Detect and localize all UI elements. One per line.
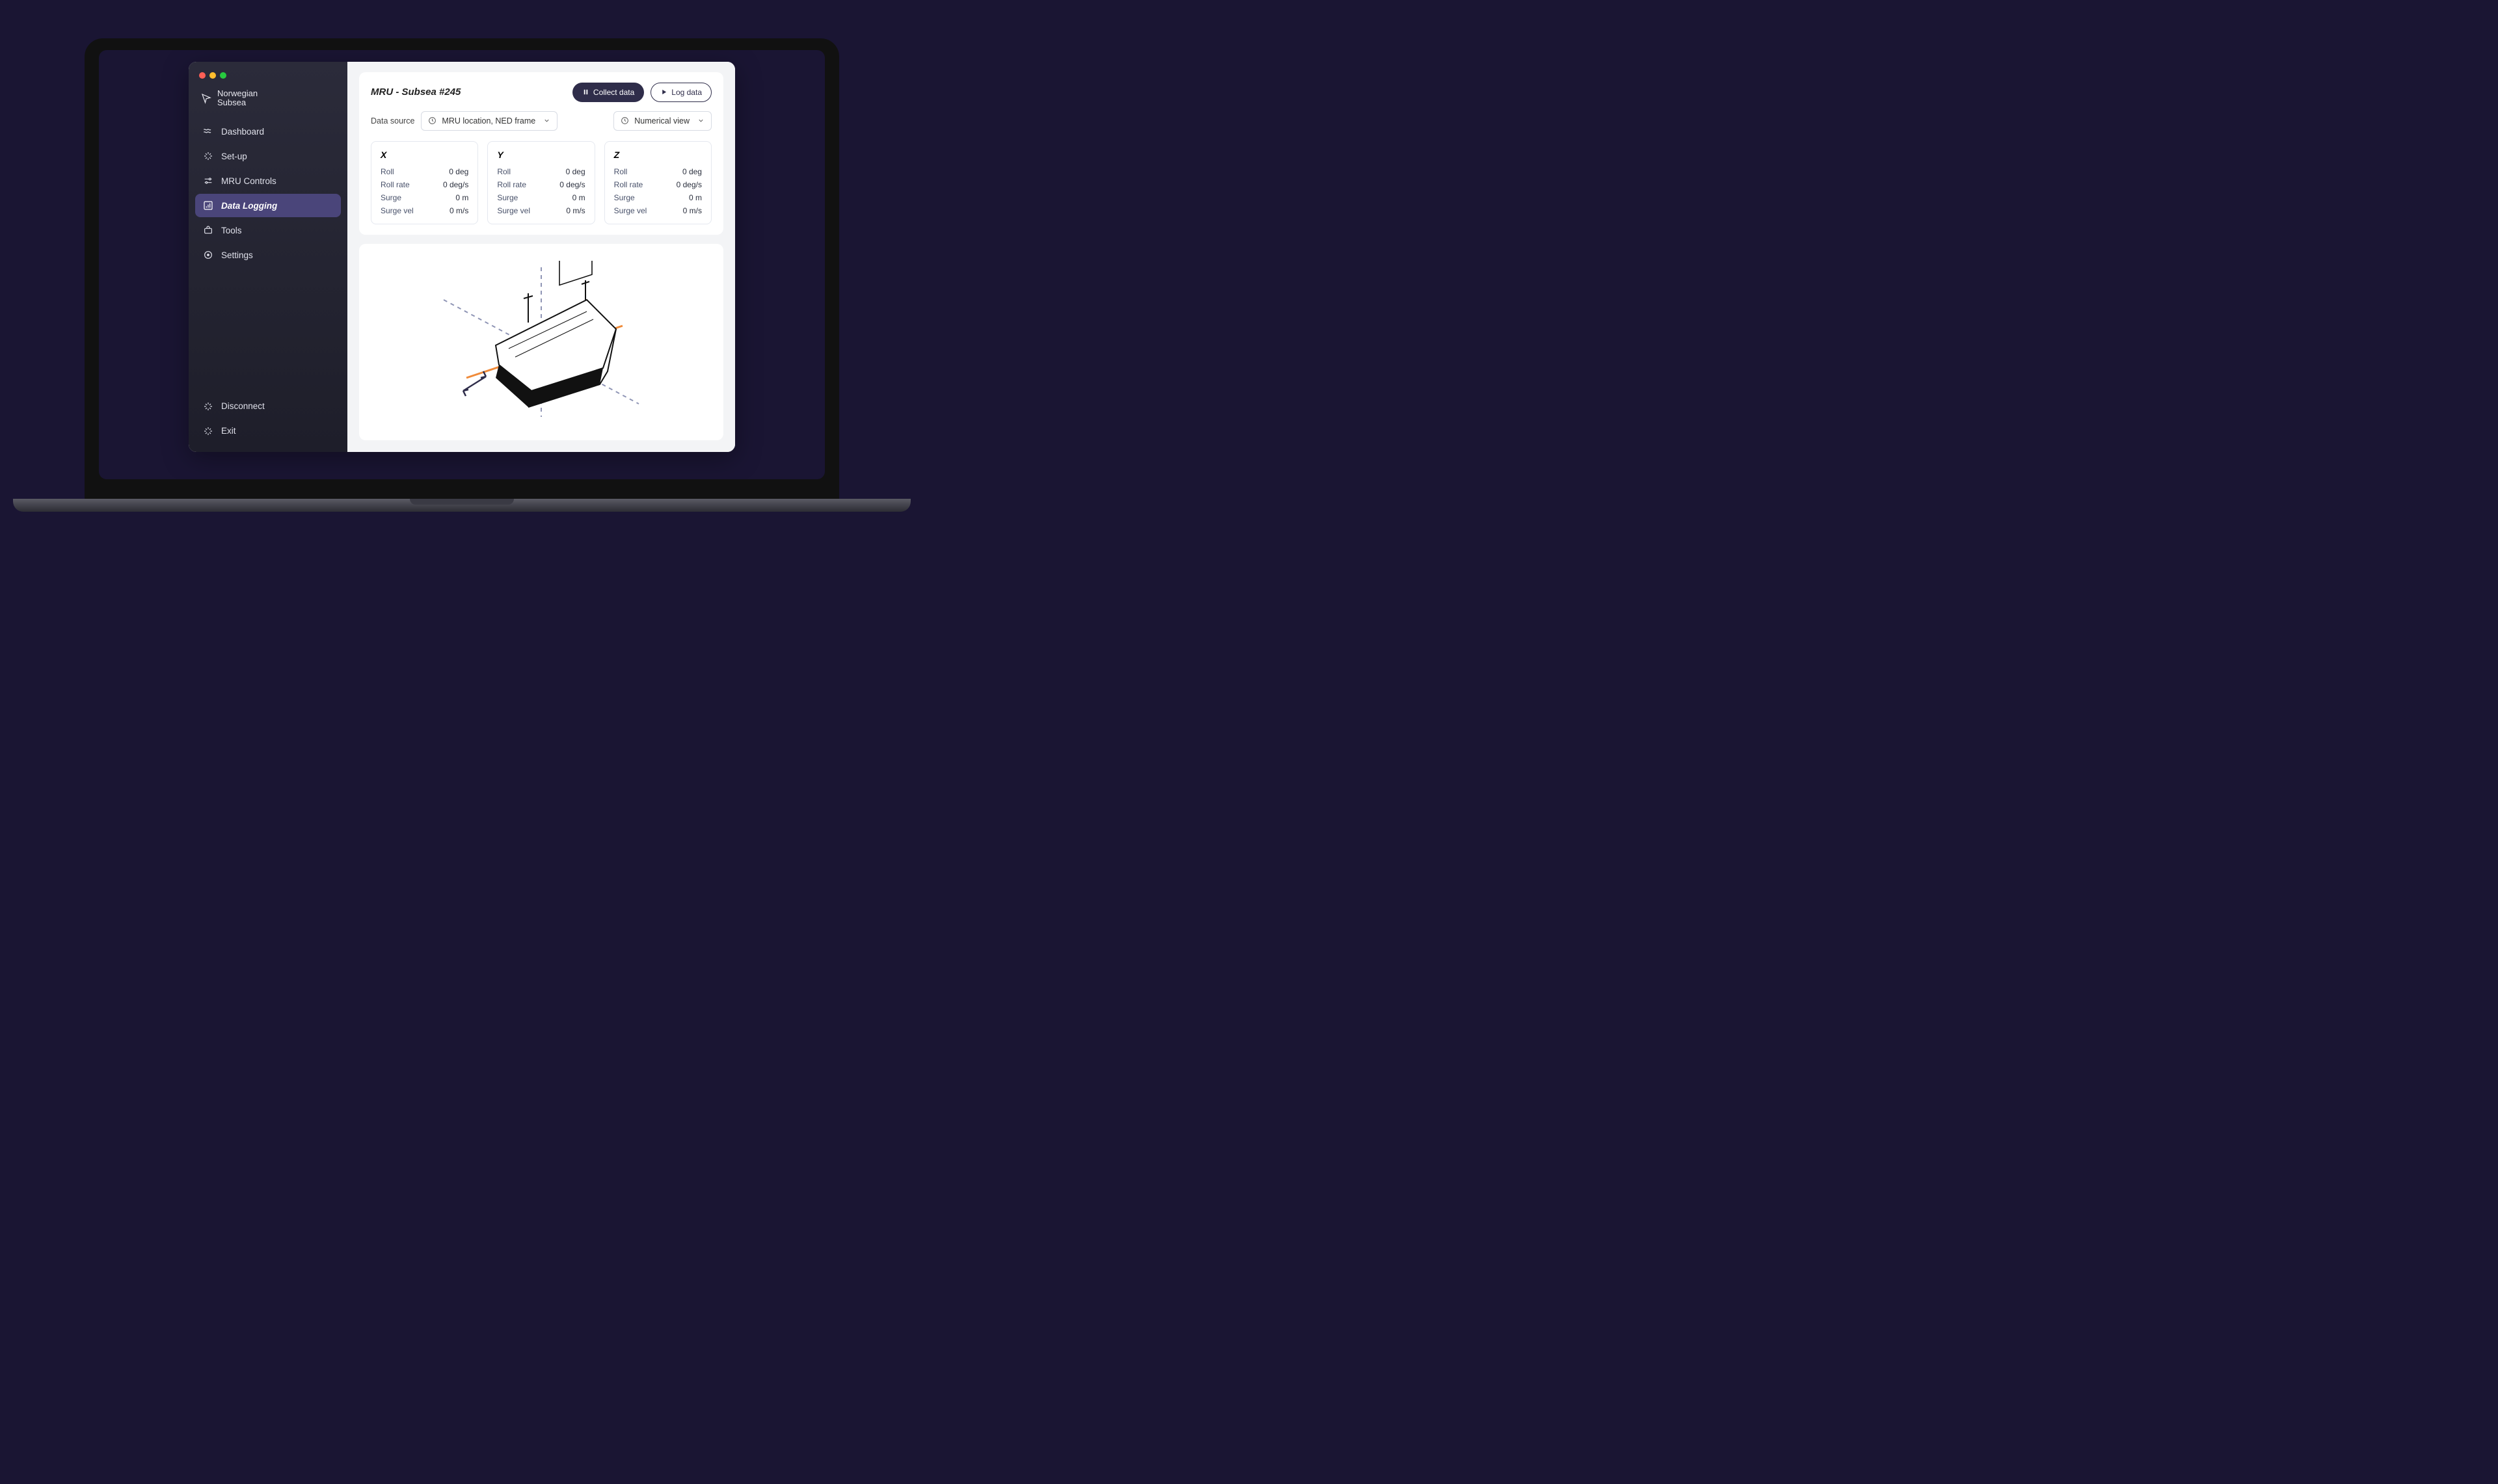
- metric-row: Roll0 deg: [497, 165, 585, 178]
- panel-header: MRU - Subsea #245 Collect data Log data: [371, 83, 712, 102]
- sidebar-item-setup[interactable]: Set-up: [195, 144, 341, 168]
- axis-name: Y: [497, 150, 585, 160]
- metric-row: Roll rate0 deg/s: [497, 178, 585, 191]
- axis-card-x: X Roll0 deg Roll rate0 deg/s Surge0 m Su…: [371, 141, 478, 224]
- metric-row: Surge0 m: [614, 191, 702, 204]
- sidebar-item-label: Exit: [221, 426, 236, 436]
- metric-row: Roll rate0 deg/s: [614, 178, 702, 191]
- metric-row: Surge vel0 m/s: [381, 204, 468, 217]
- axis-card-z: Z Roll0 deg Roll rate0 deg/s Surge0 m Su…: [604, 141, 712, 224]
- metric-row: Roll0 deg: [614, 165, 702, 178]
- select-value: Numerical view: [634, 116, 690, 126]
- page-title: MRU - Subsea #245: [371, 86, 566, 98]
- sparkle-icon: [203, 151, 213, 161]
- chevron-down-icon: [543, 117, 550, 124]
- button-label: Log data: [671, 88, 702, 97]
- pause-icon: [582, 88, 589, 96]
- sidebar-item-label: Data Logging: [221, 201, 277, 211]
- sidebar-item-settings[interactable]: Settings: [195, 243, 341, 267]
- data-source-label: Data source: [371, 116, 414, 126]
- sidebar-item-disconnect[interactable]: Disconnect: [195, 395, 341, 418]
- sidebar-item-label: Tools: [221, 226, 242, 235]
- laptop-base: [13, 499, 911, 512]
- laptop-notch: [410, 499, 514, 505]
- sidebar-item-tools[interactable]: Tools: [195, 219, 341, 242]
- sidebar-bottom-nav: Disconnect Exit: [195, 395, 341, 443]
- minimize-window-icon[interactable]: [209, 72, 216, 79]
- data-source-select[interactable]: MRU location, NED frame: [421, 111, 557, 131]
- sliders-icon: [203, 176, 213, 186]
- desktop-background: Norwegian Subsea Dashboard: [99, 50, 825, 479]
- select-value: MRU location, NED frame: [442, 116, 535, 126]
- cursor-icon: [200, 92, 212, 104]
- axis-grid: X Roll0 deg Roll rate0 deg/s Surge0 m Su…: [371, 141, 712, 224]
- maximize-window-icon[interactable]: [220, 72, 226, 79]
- metric-row: Roll0 deg: [381, 165, 468, 178]
- metric-row: Roll rate0 deg/s: [381, 178, 468, 191]
- metric-row: Surge0 m: [497, 191, 585, 204]
- target-icon: [203, 250, 213, 260]
- sparkle-icon: [203, 401, 213, 412]
- chart-icon: [203, 200, 213, 211]
- metric-row: Surge0 m: [381, 191, 468, 204]
- metric-row: Surge vel0 m/s: [614, 204, 702, 217]
- window-traffic-lights: [195, 71, 341, 89]
- sidebar-item-label: Disconnect: [221, 401, 265, 411]
- axis-card-y: Y Roll0 deg Roll rate0 deg/s Surge0 m Su…: [487, 141, 595, 224]
- sidebar-item-mru-controls[interactable]: MRU Controls: [195, 169, 341, 192]
- clock-icon: [428, 116, 436, 125]
- sidebar-item-label: MRU Controls: [221, 176, 276, 186]
- sidebar-item-label: Set-up: [221, 152, 247, 161]
- controls-row: Data source MRU location, NED frame Nume…: [371, 111, 712, 131]
- sidebar: Norwegian Subsea Dashboard: [189, 62, 347, 452]
- laptop-screen: Norwegian Subsea Dashboard: [85, 38, 839, 499]
- brand-line2: Subsea: [217, 98, 258, 108]
- ship-illustration: [398, 261, 684, 423]
- button-label: Collect data: [593, 88, 634, 97]
- clock-icon: [621, 116, 629, 125]
- axis-name: X: [381, 150, 468, 160]
- collect-data-button[interactable]: Collect data: [572, 83, 644, 102]
- sidebar-item-exit[interactable]: Exit: [195, 419, 341, 443]
- sparkle-icon: [203, 426, 213, 436]
- ship-body: [496, 261, 616, 407]
- toolbox-icon: [203, 225, 213, 235]
- close-window-icon[interactable]: [199, 72, 206, 79]
- play-icon: [660, 88, 667, 96]
- axis-name: Z: [614, 150, 702, 160]
- waves-icon: [203, 126, 213, 137]
- main-content: MRU - Subsea #245 Collect data Log data: [347, 62, 735, 452]
- sidebar-item-label: Settings: [221, 250, 253, 260]
- visualization-panel: [359, 244, 723, 440]
- ship-visualization: [371, 254, 712, 430]
- view-mode-select[interactable]: Numerical view: [613, 111, 712, 131]
- sidebar-nav: Dashboard Set-up MRU Contr: [195, 120, 341, 267]
- sidebar-item-dashboard[interactable]: Dashboard: [195, 120, 341, 143]
- chevron-down-icon: [697, 117, 705, 124]
- data-panel: MRU - Subsea #245 Collect data Log data: [359, 72, 723, 235]
- log-data-button[interactable]: Log data: [651, 83, 712, 102]
- sidebar-item-label: Dashboard: [221, 127, 264, 137]
- sidebar-item-data-logging[interactable]: Data Logging: [195, 194, 341, 217]
- brand-logo: Norwegian Subsea: [195, 89, 341, 120]
- app-window: Norwegian Subsea Dashboard: [189, 62, 735, 452]
- brand-line1: Norwegian: [217, 89, 258, 99]
- laptop-frame: Norwegian Subsea Dashboard: [85, 38, 839, 512]
- metric-row: Surge vel0 m/s: [497, 204, 585, 217]
